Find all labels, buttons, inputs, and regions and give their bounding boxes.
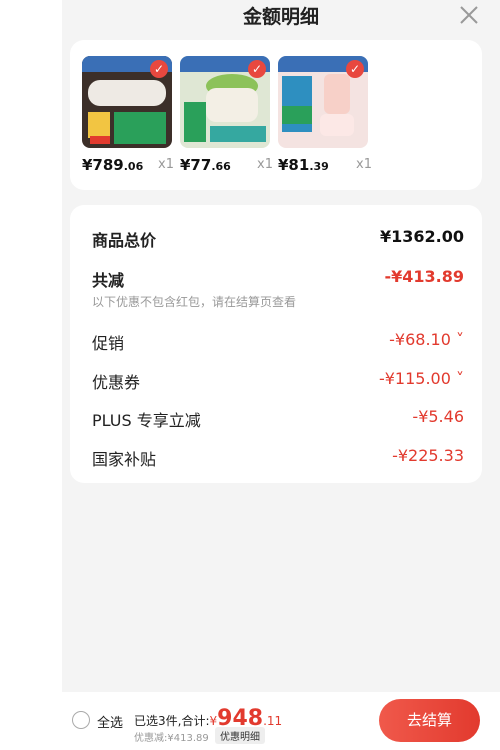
product-price: ¥81.39 <box>278 156 329 174</box>
total-price-value: ¥1362.00 <box>379 227 464 246</box>
product-price: ¥789.06 <box>82 156 144 174</box>
chevron-down-icon: ˅ <box>456 330 464 349</box>
promo-label: 促销 <box>92 334 125 353</box>
plus-discount-label: PLUS 专享立减 <box>92 411 201 430</box>
close-icon[interactable] <box>456 2 482 28</box>
select-all-label[interactable]: 全选 <box>97 712 123 731</box>
product-price: ¥77.66 <box>180 156 231 174</box>
chevron-down-icon: ˅ <box>456 369 464 388</box>
background-page <box>0 0 62 750</box>
product-thumbnail-blender[interactable]: ✓ <box>278 56 368 148</box>
sheet-title: 金额明细 <box>242 6 319 28</box>
discount-detail-button[interactable]: 优惠明细 <box>215 727 265 744</box>
checkout-bar: 全选 已选3件,合计:¥948.11 优惠减:¥413.89 优惠明细 去结算 <box>62 692 500 750</box>
product-card: ✓ ¥789.06 x1 ✓ ¥77.66 x1 ✓ ¥81.39 x1 <box>70 40 482 190</box>
discount-label: 共减 <box>92 271 125 290</box>
price-detail-card: 商品总价 ¥1362.00 共减 -¥413.89 以下优惠不包含红包，请在结算… <box>70 205 482 483</box>
select-all-radio[interactable] <box>72 711 90 729</box>
product-thumbnail-multi-cooker[interactable]: ✓ <box>180 56 270 148</box>
product-qty: x1 <box>257 157 273 172</box>
amount-detail-sheet: 金额明细 ✓ ¥789.06 x1 ✓ ¥77.66 x1 ✓ ¥81.39 x… <box>62 0 500 750</box>
saved-amount: 优惠减:¥413.89 <box>134 733 209 744</box>
selected-check-icon[interactable]: ✓ <box>150 60 168 78</box>
plus-discount-value: -¥5.46 <box>412 407 464 426</box>
selected-check-icon[interactable]: ✓ <box>346 60 364 78</box>
product-thumbnail-water-heater[interactable]: ✓ <box>82 56 172 148</box>
selected-check-icon[interactable]: ✓ <box>248 60 266 78</box>
national-subsidy-label: 国家补贴 <box>92 450 157 469</box>
total-price-label: 商品总价 <box>92 231 157 250</box>
discount-value: -¥413.89 <box>384 267 464 286</box>
coupon-value: -¥115.00 ˅ <box>378 369 464 388</box>
product-qty: x1 <box>356 157 372 172</box>
coupon-label: 优惠券 <box>92 373 141 392</box>
product-qty: x1 <box>158 157 174 172</box>
total-amount: ¥948.11 <box>209 706 283 731</box>
sheet-header: 金额明细 <box>62 0 500 32</box>
checkout-button[interactable]: 去结算 <box>379 699 480 742</box>
discount-note: 以下优惠不包含红包，请在结算页查看 <box>92 295 297 309</box>
promo-value: -¥68.10 ˅ <box>389 330 464 349</box>
national-subsidy-value: -¥225.33 <box>392 446 464 465</box>
